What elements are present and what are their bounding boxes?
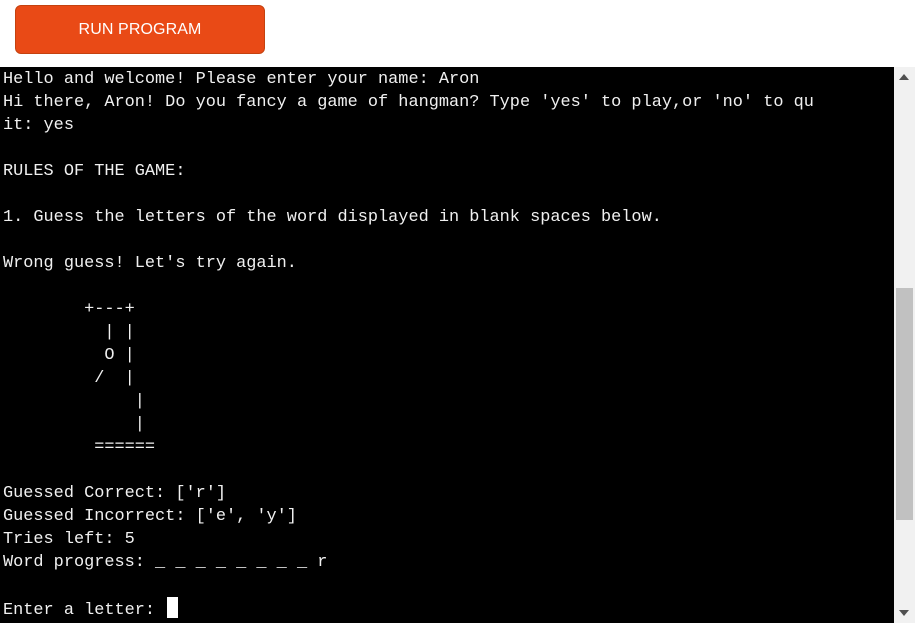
run-program-button[interactable]: RUN PROGRAM [15, 5, 265, 54]
hangman-art-line: | [3, 392, 145, 411]
terminal-line: Wrong guess! Let's try again. [3, 254, 297, 273]
terminal-line: Tries left: 5 [3, 530, 135, 549]
terminal-scrollbar[interactable] [894, 67, 915, 623]
hangman-art-line: O | [3, 346, 135, 365]
terminal-output: Hello and welcome! Please enter your nam… [0, 68, 894, 622]
terminal-line: it: yes [3, 116, 74, 135]
hangman-art-line: +---+ [3, 300, 135, 319]
page-margin [915, 67, 921, 623]
terminal-line: Hi there, Aron! Do you fancy a game of h… [3, 93, 814, 112]
terminal-line: 1. Guess the letters of the word display… [3, 208, 662, 227]
terminal-line: RULES OF THE GAME: [3, 162, 186, 181]
hangman-art-line: / | [3, 369, 135, 388]
hangman-art-line: | [3, 415, 145, 434]
scrollbar-thumb[interactable] [896, 288, 913, 520]
input-prompt: Enter a letter: [3, 601, 166, 620]
hangman-art-line: | | [3, 323, 135, 342]
terminal-line: Guessed Incorrect: ['e', 'y'] [3, 507, 297, 526]
terminal-line: Hello and welcome! Please enter your nam… [3, 70, 480, 89]
terminal[interactable]: Hello and welcome! Please enter your nam… [0, 67, 894, 623]
terminal-line: Word progress: _ _ _ _ _ _ _ _ r [3, 553, 328, 572]
text-cursor[interactable] [167, 597, 179, 618]
hangman-art-line: ====== [3, 438, 156, 457]
terminal-line: Guessed Correct: ['r'] [3, 484, 226, 503]
scroll-down-arrow-icon[interactable] [899, 610, 909, 616]
scroll-up-arrow-icon[interactable] [899, 74, 909, 80]
